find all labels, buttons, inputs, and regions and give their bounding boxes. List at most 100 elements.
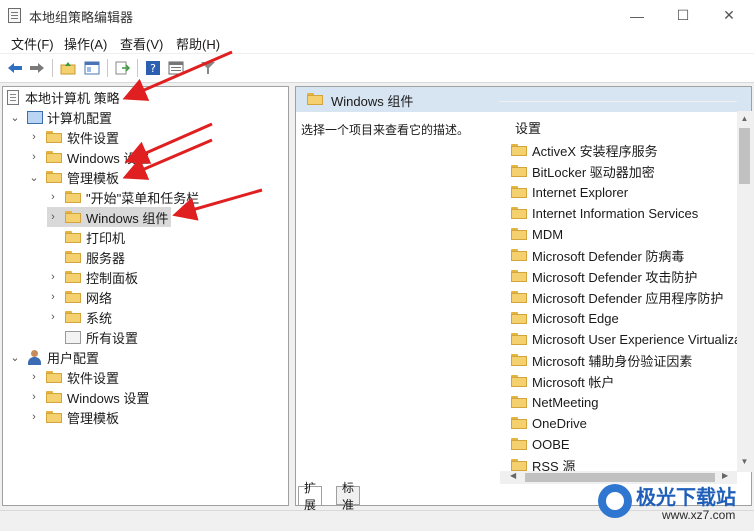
chevron-right-icon[interactable]: › bbox=[47, 291, 59, 303]
tree-item-uc-software[interactable]: › 软件设置 bbox=[28, 367, 119, 387]
list-item[interactable]: Microsoft User Experience Virtualization bbox=[511, 329, 737, 349]
folder-icon bbox=[511, 333, 527, 345]
tree-item-uc-windows[interactable]: › Windows 设置 bbox=[28, 387, 149, 407]
folder-icon bbox=[511, 228, 527, 240]
chevron-down-icon[interactable]: ⌄ bbox=[28, 171, 40, 184]
tree-label: 网络 bbox=[86, 290, 113, 306]
description-text: 选择一个项目来查看它的描述。 bbox=[301, 123, 470, 137]
scroll-thumb[interactable] bbox=[739, 128, 750, 184]
chevron-down-icon[interactable]: ⌄ bbox=[9, 351, 21, 364]
properties-icon[interactable] bbox=[167, 59, 185, 77]
tree-label: Windows 组件 bbox=[86, 210, 169, 226]
chevron-right-icon[interactable]: › bbox=[28, 411, 40, 423]
menu-bar: 文件(F) 操作(A) 查看(V) 帮助(H) bbox=[0, 31, 754, 53]
menu-file[interactable]: 文件(F) bbox=[11, 34, 54, 53]
list-item[interactable]: Microsoft 辅助身份验证因素 bbox=[511, 350, 692, 370]
list-item[interactable]: Microsoft Defender 应用程序防护 bbox=[511, 287, 723, 307]
svg-text:?: ? bbox=[150, 62, 156, 75]
folder-icon bbox=[511, 417, 527, 429]
chevron-down-icon[interactable]: ⌄ bbox=[9, 111, 21, 124]
tree-label: Windows 设置 bbox=[67, 150, 150, 166]
export-list-icon[interactable] bbox=[113, 59, 131, 77]
toolbar-separator bbox=[137, 59, 138, 77]
list-item[interactable]: MDM bbox=[511, 224, 563, 244]
filter-icon[interactable] bbox=[199, 59, 217, 77]
tree-label: Windows 设置 bbox=[67, 390, 150, 406]
folder-icon bbox=[511, 459, 527, 471]
menu-action[interactable]: 操作(A) bbox=[64, 34, 107, 53]
chevron-right-icon[interactable]: › bbox=[47, 311, 59, 323]
folder-up-icon[interactable] bbox=[59, 59, 77, 77]
tree-item-windows-components[interactable]: › Windows 组件 bbox=[47, 207, 172, 227]
close-button[interactable]: ✕ bbox=[706, 0, 752, 31]
folder-icon bbox=[46, 371, 62, 383]
tree-item-uc-admin[interactable]: › 管理模板 bbox=[28, 407, 119, 427]
chevron-right-icon[interactable]: › bbox=[28, 131, 40, 143]
toolbar-separator bbox=[107, 59, 108, 77]
tree-item-computer-config[interactable]: ⌄ 计算机配置 bbox=[9, 107, 112, 127]
vertical-scrollbar[interactable]: ▲ ▼ bbox=[737, 111, 752, 472]
folder-icon bbox=[46, 411, 62, 423]
list-item[interactable]: Internet Explorer bbox=[511, 182, 628, 202]
title-bar: 本地组策略编辑器 — ☐ ✕ bbox=[0, 0, 754, 32]
chevron-right-icon[interactable]: › bbox=[28, 151, 40, 163]
back-arrow-icon[interactable] bbox=[6, 59, 24, 77]
tree-item-root[interactable]: 本地计算机 策略 bbox=[7, 87, 120, 107]
scroll-left-icon[interactable]: ◀ bbox=[510, 471, 516, 480]
folder-icon bbox=[511, 249, 527, 261]
column-header-settings[interactable]: 设置 bbox=[515, 118, 541, 137]
list-item[interactable]: OOBE bbox=[511, 434, 570, 454]
menu-help[interactable]: 帮助(H) bbox=[176, 34, 220, 53]
folder-icon bbox=[511, 186, 527, 198]
chevron-right-icon[interactable]: › bbox=[28, 371, 40, 383]
folder-icon bbox=[511, 312, 527, 324]
tree-item-all-settings[interactable]: 所有设置 bbox=[65, 327, 138, 347]
list-item[interactable]: ActiveX 安装程序服务 bbox=[511, 140, 658, 160]
list-item[interactable]: Internet Information Services bbox=[511, 203, 698, 223]
tree-item-cc-admin[interactable]: ⌄ 管理模板 bbox=[28, 167, 119, 187]
minimize-button[interactable]: — bbox=[614, 0, 660, 31]
policy-document-icon bbox=[7, 89, 19, 105]
watermark-text: 极光下载站 bbox=[636, 487, 736, 509]
tree-item-start-menu[interactable]: › "开始"菜单和任务栏 bbox=[47, 187, 199, 207]
scroll-down-icon[interactable]: ▼ bbox=[737, 454, 752, 469]
show-hide-tree-icon[interactable] bbox=[83, 59, 101, 77]
forward-arrow-icon[interactable] bbox=[28, 59, 46, 77]
list-item[interactable]: Microsoft Defender 攻击防护 bbox=[511, 266, 697, 286]
chevron-right-icon[interactable]: › bbox=[47, 191, 59, 203]
folder-icon bbox=[65, 211, 81, 223]
toolbar: ? bbox=[0, 54, 754, 83]
list-item[interactable]: OneDrive bbox=[511, 413, 587, 433]
list-item[interactable]: BitLocker 驱动器加密 bbox=[511, 161, 655, 181]
policy-editor-icon bbox=[8, 8, 21, 23]
list-item[interactable]: NetMeeting bbox=[511, 392, 598, 412]
folder-icon bbox=[46, 171, 62, 183]
list-item[interactable]: Microsoft Edge bbox=[511, 308, 619, 328]
list-item[interactable]: Microsoft 帐户 bbox=[511, 371, 614, 391]
tab-extended[interactable]: 扩展 bbox=[298, 481, 323, 512]
tree-item-cc-windows[interactable]: › Windows 设置 bbox=[28, 147, 149, 167]
folder-icon bbox=[65, 191, 81, 203]
tree-item-user-config[interactable]: ⌄ 用户配置 bbox=[9, 347, 99, 367]
folder-icon bbox=[65, 311, 81, 323]
tab-standard[interactable]: 标准 bbox=[336, 481, 361, 512]
folder-icon bbox=[511, 354, 527, 366]
watermark-url: www.xz7.com bbox=[662, 508, 736, 522]
chevron-right-icon[interactable]: › bbox=[28, 391, 40, 403]
scroll-up-icon[interactable]: ▲ bbox=[737, 111, 752, 126]
user-icon bbox=[27, 349, 42, 365]
help-icon[interactable]: ? bbox=[144, 59, 162, 77]
menu-view[interactable]: 查看(V) bbox=[120, 34, 163, 53]
tree-item-server[interactable]: 服务器 bbox=[65, 247, 125, 267]
tree-item-control-panel[interactable]: › 控制面板 bbox=[47, 267, 138, 287]
chevron-right-icon[interactable]: › bbox=[47, 271, 59, 283]
tree-item-printers[interactable]: 打印机 bbox=[65, 227, 125, 247]
list-item[interactable]: Microsoft Defender 防病毒 bbox=[511, 245, 684, 265]
tree-item-cc-software[interactable]: › 软件设置 bbox=[28, 127, 119, 147]
tree-item-network[interactable]: › 网络 bbox=[47, 287, 112, 307]
chevron-right-icon[interactable]: › bbox=[47, 211, 59, 223]
tree-label: 服务器 bbox=[86, 250, 126, 266]
tree-label: 管理模板 bbox=[67, 410, 120, 426]
maximize-button[interactable]: ☐ bbox=[660, 0, 706, 31]
tree-item-system[interactable]: › 系统 bbox=[47, 307, 112, 327]
